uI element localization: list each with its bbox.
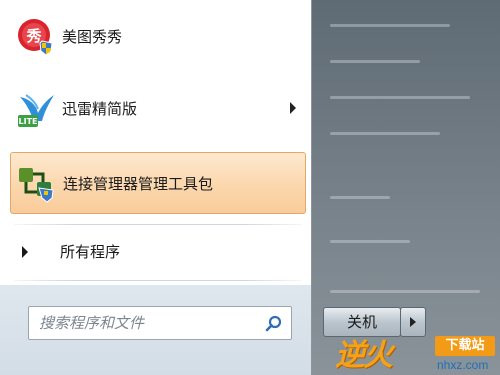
watermark-domain: nhxz.com [437, 358, 489, 372]
all-programs-button[interactable]: 所有程序 [10, 230, 306, 274]
menu-item-label: 迅雷精简版 [62, 100, 138, 118]
menu-separator [14, 224, 302, 225]
expand-arrow-icon [22, 246, 28, 258]
start-menu-left-pane: 秀 美图秀秀 LITE 迅雷精简版 连接管理器管理工具包 所有程序 搜索程序和文… [0, 0, 312, 375]
menu-item-label: 连接管理器管理工具包 [63, 175, 214, 193]
menu-item-meitu[interactable]: 秀 美图秀秀 [10, 6, 306, 68]
submenu-arrow-icon [290, 102, 296, 114]
svg-text:LITE: LITE [19, 117, 38, 126]
search-input[interactable]: 搜索程序和文件 [28, 306, 292, 340]
menu-item-xunlei[interactable]: LITE 迅雷精简版 [10, 78, 306, 140]
svg-text:秀: 秀 [25, 27, 42, 45]
xunlei-lite-icon: LITE [18, 94, 54, 127]
watermark-tag: 下载站 [435, 336, 495, 356]
search-placeholder: 搜索程序和文件 [39, 314, 145, 332]
menu-separator [14, 280, 302, 281]
watermark: 逆火 下载站 nhxz.com [335, 322, 500, 375]
menu-item-connection-manager[interactable]: 连接管理器管理工具包 [10, 152, 306, 214]
meitu-icon: 秀 [18, 19, 53, 56]
all-programs-label: 所有程序 [60, 243, 121, 261]
menu-item-label: 美图秀秀 [62, 28, 123, 46]
search-icon[interactable] [265, 315, 283, 333]
connection-manager-icon [19, 168, 54, 203]
watermark-brand: 逆火 [335, 338, 393, 373]
